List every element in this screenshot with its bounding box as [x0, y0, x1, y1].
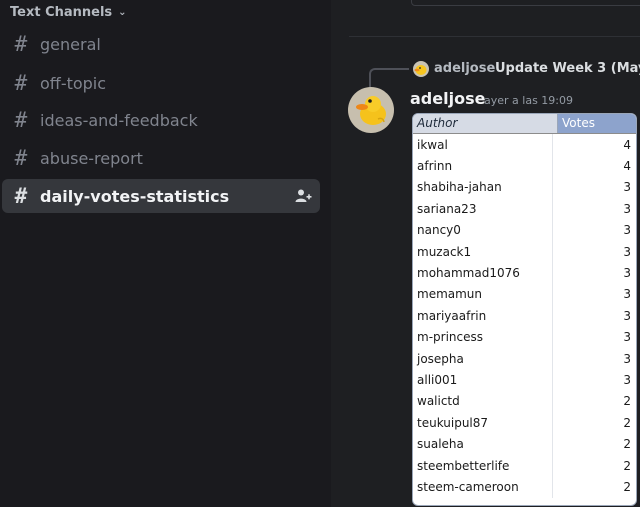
table-body: ikwal 4 afrinn 4 shabiha-jahan 3 sariana23 3 nan…	[413, 134, 636, 498]
votes-table-image[interactable]: Author Votes ikwal 4 afrinn 4 shabiha-jahan 3…	[412, 113, 637, 506]
channel-label: general	[40, 34, 101, 54]
cell-author: josepha	[413, 347, 553, 370]
cell-author: shabiha-jahan	[413, 176, 553, 199]
category-text-channels[interactable]: Text Channels ⌄	[10, 3, 127, 21]
previous-embed-frame	[411, 0, 640, 6]
table-row: sariana23 3	[413, 198, 636, 220]
cell-votes: 3	[623, 244, 631, 259]
cell-author: sualeha	[413, 433, 553, 455]
hash-icon: #	[14, 145, 28, 170]
column-header-votes: Votes	[558, 114, 636, 133]
table-row: memamun 3	[413, 283, 636, 306]
cell-votes: 3	[623, 180, 631, 195]
cell-author: sariana23	[413, 198, 553, 220]
reply-avatar-icon[interactable]	[413, 61, 429, 77]
reply-preview-text[interactable]: Update Week 3 (May)	[495, 61, 640, 76]
channel-general[interactable]: # general	[2, 27, 320, 61]
channel-abuse-report[interactable]: # abuse-report	[2, 141, 320, 175]
column-header-author: Author	[413, 114, 558, 133]
cell-votes: 3	[623, 372, 631, 387]
table-row: mariyaafrin 3	[413, 305, 636, 327]
table-row: shabiha-jahan 3	[413, 176, 636, 199]
reply-connector	[369, 68, 409, 88]
cell-author: alli001	[413, 369, 553, 391]
cell-votes: 2	[623, 437, 631, 452]
table-row: afrinn 4	[413, 155, 636, 177]
cell-votes: 3	[623, 351, 631, 366]
cell-votes: 2	[623, 479, 631, 494]
chevron-down-icon: ⌄	[118, 6, 127, 18]
cell-author: m-princess	[413, 326, 553, 348]
table-row: sualeha 2	[413, 433, 636, 455]
message-timestamp: ayer a las 19:09	[484, 94, 573, 107]
table-row: walictd 2	[413, 390, 636, 413]
table-row: alli001 3	[413, 369, 636, 391]
channel-daily-votes-statistics[interactable]: # daily-votes-statistics	[2, 179, 320, 213]
channel-sidebar: Text Channels ⌄ # general # off-topic # …	[0, 0, 331, 507]
cell-votes: 3	[623, 266, 631, 281]
cell-votes: 3	[623, 308, 631, 323]
channel-label: daily-votes-statistics	[40, 186, 230, 206]
cell-author: steembetterlife	[413, 454, 553, 477]
duck-avatar-icon[interactable]	[348, 87, 394, 133]
table-row: m-princess 3	[413, 326, 636, 348]
channel-off-topic[interactable]: # off-topic	[2, 66, 320, 100]
cell-author: mariyaafrin	[413, 305, 553, 327]
table-row: mohammad1076 3	[413, 262, 636, 284]
reply-author[interactable]: adeljose	[434, 61, 495, 76]
table-row: teukuipul87 2	[413, 412, 636, 434]
hash-icon: #	[14, 70, 28, 95]
table-row: steem-cameroon 2	[413, 476, 636, 498]
channel-label: off-topic	[40, 73, 107, 93]
hash-icon: #	[14, 107, 28, 132]
table-row: muzack1 3	[413, 240, 636, 263]
message-divider	[349, 36, 640, 37]
category-label: Text Channels	[10, 4, 113, 20]
cell-author: nancy0	[413, 219, 553, 241]
cell-votes: 4	[623, 159, 631, 174]
cell-author: teukuipul87	[413, 412, 553, 434]
add-member-icon[interactable]	[294, 187, 312, 205]
table-row: steembetterlife 2	[413, 454, 636, 477]
cell-votes: 3	[623, 223, 631, 238]
table-row: nancy0 3	[413, 219, 636, 241]
cell-votes: 2	[623, 458, 631, 473]
hash-icon: #	[14, 183, 28, 208]
hash-icon: #	[14, 31, 28, 56]
table-row: ikwal 4	[413, 134, 636, 156]
cell-votes: 3	[623, 201, 631, 216]
cell-author: memamun	[413, 283, 553, 306]
message-author[interactable]: adeljose	[410, 89, 485, 108]
cell-author: walictd	[413, 390, 553, 413]
chat-area: adeljose Update Week 3 (May) adeljose ay…	[331, 0, 640, 507]
cell-author: mohammad1076	[413, 262, 553, 284]
table-header-row: Author Votes	[413, 114, 636, 134]
channel-label: ideas-and-feedback	[40, 110, 198, 130]
cell-votes: 3	[623, 287, 631, 302]
cell-author: muzack1	[413, 240, 553, 263]
cell-votes: 2	[623, 415, 631, 430]
channel-label: abuse-report	[40, 148, 143, 168]
table-row: josepha 3	[413, 347, 636, 370]
cell-votes: 3	[623, 330, 631, 345]
cell-votes: 2	[623, 394, 631, 409]
cell-author: afrinn	[413, 155, 553, 177]
cell-author: ikwal	[413, 134, 553, 156]
channel-ideas-and-feedback[interactable]: # ideas-and-feedback	[2, 103, 320, 137]
cell-author: steem-cameroon	[413, 476, 553, 498]
cell-votes: 4	[623, 137, 631, 152]
